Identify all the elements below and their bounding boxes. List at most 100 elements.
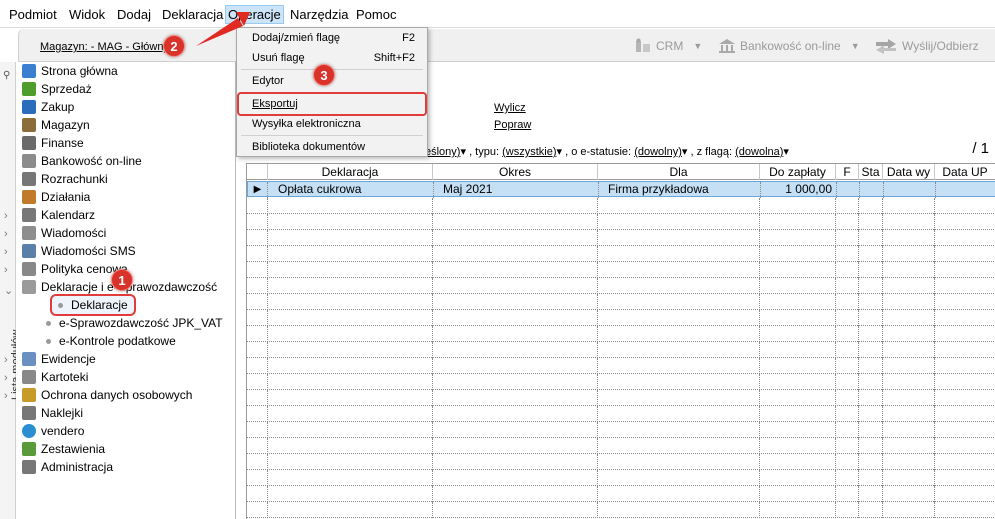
col-header-dla[interactable]: Dla <box>598 164 760 180</box>
table-row-empty[interactable] <box>247 406 995 422</box>
table-cell-empty <box>268 358 433 374</box>
dropdown-arrow-icon[interactable]: ▾ <box>460 146 466 158</box>
tree-item-dzialania[interactable]: Działania <box>22 188 90 206</box>
menu-item-eksportuj[interactable]: Eksportuj <box>252 98 298 110</box>
table-row-empty[interactable] <box>247 198 995 214</box>
table-row-empty[interactable] <box>247 454 995 470</box>
tree-item-naklejki[interactable]: Naklejki <box>22 404 83 422</box>
table-row-empty[interactable] <box>247 438 995 454</box>
table-row-empty[interactable] <box>247 230 995 246</box>
filter-first-value[interactable]: eślony) <box>425 146 460 158</box>
menu-dodaj[interactable]: Dodaj <box>115 6 153 23</box>
table-row-empty[interactable] <box>247 342 995 358</box>
tree-item-sms[interactable]: Wiadomości SMS <box>22 242 136 260</box>
tree-item-wiadomosci[interactable]: Wiadomości <box>22 224 106 242</box>
tree-item-zestawienia[interactable]: Zestawienia <box>22 440 105 458</box>
tree-item-magazyn[interactable]: Magazyn <box>22 116 90 134</box>
tree-subitem-label: e-Kontrole podatkowe <box>59 334 176 348</box>
tree-item-ochrona-danych[interactable]: Ochrona danych osobowych <box>22 386 192 404</box>
table-row-empty[interactable] <box>247 390 995 406</box>
send-receive-button[interactable]: Wyślij/Odbierz <box>874 38 979 54</box>
table-row-empty[interactable] <box>247 310 995 326</box>
col-header-deklaracja[interactable]: Deklaracja <box>268 164 433 180</box>
tree-subitem-deklaracje[interactable]: Deklaracje <box>50 294 136 316</box>
expand-icon[interactable]: › <box>4 228 8 240</box>
modules-sidetab[interactable]: ⚲ › › › › ⌄ › › › Lista modułów <box>0 62 22 519</box>
table-row-empty[interactable] <box>247 326 995 342</box>
tree-item-administracja[interactable]: Administracja <box>22 458 113 476</box>
table-row[interactable]: ▶ Opłata cukrowa Maj 2021 Firma przykład… <box>247 181 995 198</box>
table-row-empty[interactable] <box>247 294 995 310</box>
expand-icon[interactable]: › <box>4 390 8 402</box>
col-header-okres[interactable]: Okres <box>433 164 598 180</box>
collapse-icon[interactable]: ⌄ <box>4 284 13 297</box>
pin-icon[interactable]: ⚲ <box>3 70 10 81</box>
bank-icon <box>719 39 735 53</box>
table-cell-empty <box>433 310 598 326</box>
table-row-empty[interactable] <box>247 470 995 486</box>
table-cell-empty <box>935 326 995 342</box>
wylicz-link[interactable]: Wylicz <box>494 102 526 114</box>
col-header-do-zaplaty[interactable]: Do zapłaty <box>760 164 836 180</box>
tree-item-sprzedaz[interactable]: Sprzedaż <box>22 80 92 98</box>
tree-item-rozrachunki[interactable]: Rozrachunki <box>22 170 108 188</box>
table-row-empty[interactable] <box>247 486 995 502</box>
menu-item-edytor[interactable]: Edytor <box>252 75 284 87</box>
tree-item-kalendarz[interactable]: Kalendarz <box>22 206 95 224</box>
filter-estatus-value[interactable]: (dowolny) <box>634 146 682 158</box>
table-row-empty[interactable] <box>247 502 995 518</box>
col-header-data-up[interactable]: Data UP <box>935 164 995 180</box>
menu-widok[interactable]: Widok <box>67 6 107 23</box>
filter-typu-value[interactable]: (wszystkie) <box>502 146 556 158</box>
menu-podmiot[interactable]: Podmiot <box>7 6 59 23</box>
menu-pomoc[interactable]: Pomoc <box>354 6 398 23</box>
table-row-empty[interactable] <box>247 358 995 374</box>
table-cell-empty <box>433 342 598 358</box>
table-row-empty[interactable] <box>247 374 995 390</box>
menu-deklaracja[interactable]: Deklaracja <box>160 6 225 23</box>
expand-icon[interactable]: › <box>4 372 8 384</box>
cell-data-wy <box>884 182 936 198</box>
tree-item-ewidencje[interactable]: Ewidencje <box>22 350 96 368</box>
tree-item-strona-glowna[interactable]: Strona główna <box>22 62 118 80</box>
expand-icon[interactable]: › <box>4 264 8 276</box>
table-cell-empty <box>836 278 859 294</box>
banking-button[interactable]: Bankowość on-line ▼ <box>718 38 860 54</box>
tree-item-bankowosc[interactable]: Bankowość on-line <box>22 152 142 170</box>
tree-item-zakup[interactable]: Zakup <box>22 98 74 116</box>
tree-subitem-jpk-vat[interactable]: e-Sprawozdawczość JPK_VAT <box>46 314 223 332</box>
sales-icon <box>22 82 36 96</box>
warehouse-selector[interactable]: Magazyn: - MAG - Główny <box>40 41 169 53</box>
table-row-empty[interactable] <box>247 422 995 438</box>
popraw-link[interactable]: Popraw <box>494 119 531 131</box>
dropdown-arrow-icon[interactable]: ▾ <box>556 146 562 158</box>
menu-narzedzia[interactable]: Narzędzia <box>288 6 351 23</box>
expand-icon[interactable]: › <box>4 210 8 222</box>
col-header-sta[interactable]: Sta <box>859 164 883 180</box>
tree-item-finanse[interactable]: Finanse <box>22 134 84 152</box>
filter-flag-value[interactable]: (dowolna) <box>735 146 783 158</box>
menu-item-usun-flage[interactable]: Usuń flagę <box>252 52 305 64</box>
expand-icon[interactable]: › <box>4 354 8 366</box>
menu-item-wysylka[interactable]: Wysyłka elektroniczna <box>252 118 361 130</box>
table-row-empty[interactable] <box>247 214 995 230</box>
table-row-empty[interactable] <box>247 246 995 262</box>
menu-operacje[interactable]: Operacje <box>225 5 284 24</box>
menu-item-biblioteka[interactable]: Biblioteka dokumentów <box>252 141 365 153</box>
menu-item-dodaj-flage[interactable]: Dodaj/zmień flagę <box>252 32 340 44</box>
table-row-empty[interactable] <box>247 278 995 294</box>
dropdown-arrow-icon[interactable]: ▾ <box>682 146 688 158</box>
dropdown-arrow-icon[interactable]: ▾ <box>783 146 789 158</box>
tree-item-vendero[interactable]: vendero <box>22 422 84 440</box>
tree-item-kartoteki[interactable]: Kartoteki <box>22 368 88 386</box>
expand-icon[interactable]: › <box>4 246 8 258</box>
col-header-data-wy[interactable]: Data wy <box>883 164 935 180</box>
col-header-f[interactable]: F <box>836 164 859 180</box>
table-row-empty[interactable] <box>247 262 995 278</box>
table-cell-empty <box>433 438 598 454</box>
crm-button[interactable]: CRM ▼ <box>634 38 702 54</box>
banking-label: Bankowość on-line <box>740 39 841 53</box>
menu-shortcut: F2 <box>402 32 415 44</box>
tree-subitem-e-kontrole[interactable]: e-Kontrole podatkowe <box>46 332 176 350</box>
table-cell-empty <box>836 374 859 390</box>
